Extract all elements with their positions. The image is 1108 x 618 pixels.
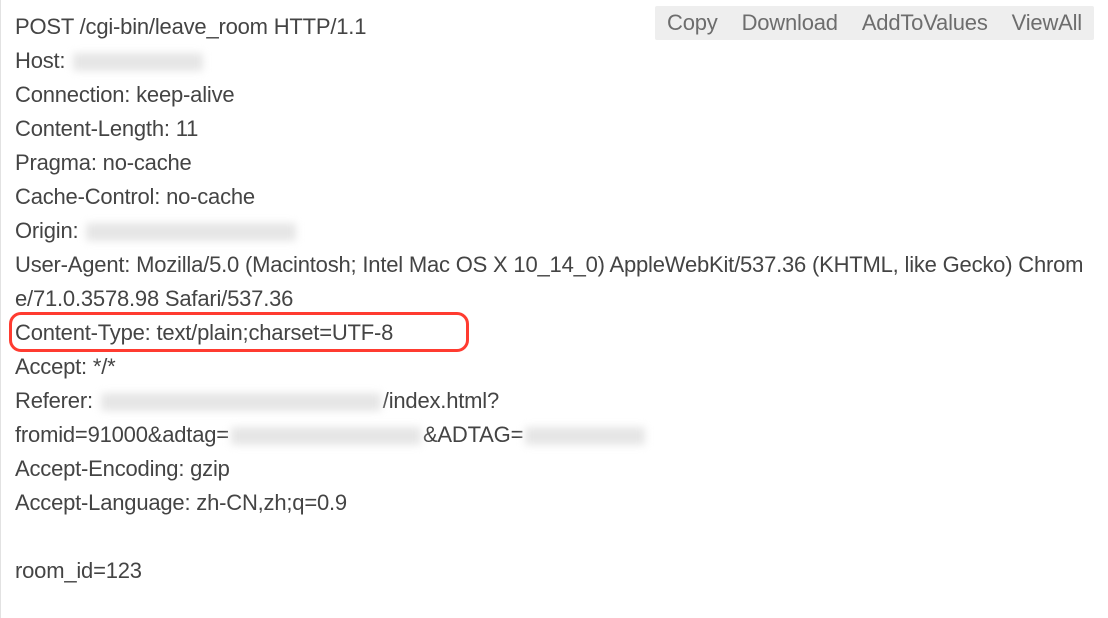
query-fromid: fromid=91000&adtag= [15, 422, 229, 447]
referer-key: Referer: [15, 388, 93, 413]
add-to-values-button[interactable]: AddToValues [850, 6, 1000, 40]
download-button[interactable]: Download [730, 6, 850, 40]
header-pragma: Pragma: no-cache [15, 146, 1094, 180]
redacted-adtag1 [231, 427, 421, 445]
origin-key: Origin: [15, 218, 78, 243]
query-adtag2: &ADTAG= [423, 422, 523, 447]
header-accept: Accept: */* [15, 350, 1094, 384]
view-all-button[interactable]: ViewAll [1000, 6, 1094, 40]
copy-button[interactable]: Copy [655, 6, 730, 40]
header-accept-language: Accept-Language: zh-CN,zh;q=0.9 [15, 486, 1094, 520]
host-key: Host: [15, 48, 65, 73]
header-content-type: Content-Type: text/plain;charset=UTF-8 [15, 316, 1094, 350]
header-content-length: Content-Length: 11 [15, 112, 1094, 146]
redacted-host [73, 53, 203, 71]
header-connection: Connection: keep-alive [15, 78, 1094, 112]
toolbar: Copy Download AddToValues ViewAll [655, 6, 1094, 40]
redacted-referer-host [101, 393, 381, 411]
header-referer-query: fromid=91000&adtag= &ADTAG= [15, 418, 1094, 452]
request-body: room_id=123 [15, 554, 1094, 588]
redacted-origin [86, 223, 296, 241]
redacted-adtag2 [525, 427, 645, 445]
header-user-agent: User-Agent: Mozilla/5.0 (Macintosh; Inte… [15, 248, 1094, 316]
blank-line [15, 520, 1094, 554]
http-request-panel: Copy Download AddToValues ViewAll POST /… [0, 0, 1108, 618]
referer-path: /index.html? [383, 388, 499, 413]
header-origin: Origin: [15, 214, 1094, 248]
header-cache-control: Cache-Control: no-cache [15, 180, 1094, 214]
raw-request-text: POST /cgi-bin/leave_room HTTP/1.1 Host: … [15, 10, 1094, 588]
header-accept-encoding: Accept-Encoding: gzip [15, 452, 1094, 486]
header-host: Host: [15, 44, 1094, 78]
header-referer: Referer: /index.html? [15, 384, 1094, 418]
